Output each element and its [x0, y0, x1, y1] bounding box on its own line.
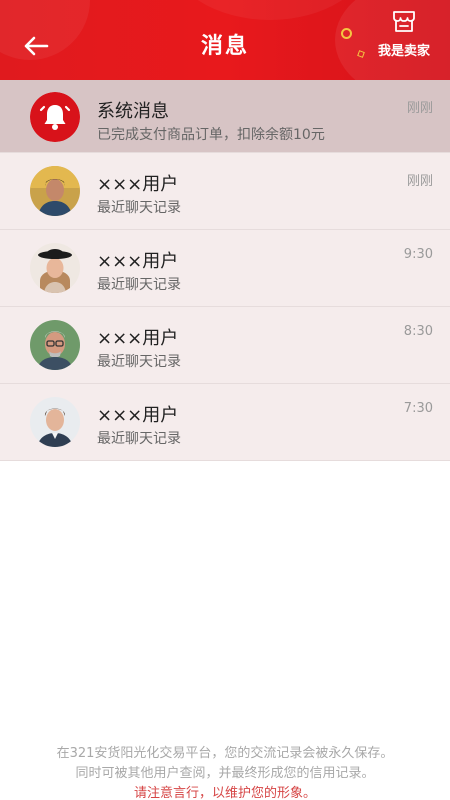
message-preview: 最近聊天记录 [97, 200, 181, 216]
message-preview: 最近聊天记录 [97, 277, 181, 293]
list-item-chat[interactable]: ×××用户 最近聊天记录 9:30 [0, 230, 450, 307]
message-name: 系统消息 [97, 101, 169, 122]
footer-notice: 在321安货阳光化交易平台，您的交流记录会被永久保存。 同时可被其他用户查阅，并… [0, 744, 450, 800]
message-time: 刚刚 [406, 174, 433, 189]
footer-warning: 请注意言行，以维护您的形象。 [133, 786, 316, 800]
message-time: 7:30 [403, 401, 433, 416]
person-photo-icon [30, 166, 80, 216]
person-photo-icon [30, 243, 80, 293]
header-bar: 消息 我是卖家 [0, 0, 450, 80]
person-photo-icon [30, 397, 80, 447]
message-preview: 最近聊天记录 [97, 354, 181, 370]
list-item-system-message[interactable]: 系统消息 已完成支付商品订单，扣除余额10元 刚刚 [0, 80, 450, 153]
list-item-chat[interactable]: ×××用户 最近聊天记录 刚刚 [0, 153, 450, 230]
system-avatar [30, 92, 80, 142]
person-photo-icon [30, 320, 80, 370]
message-name: ×××用户 [97, 328, 179, 349]
seller-label: 我是卖家 [377, 44, 430, 59]
message-name: ×××用户 [97, 174, 179, 195]
user-avatar [30, 320, 80, 370]
message-preview: 已完成支付商品订单，扣除余额10元 [97, 127, 325, 143]
user-avatar [30, 243, 80, 293]
message-name: ×××用户 [97, 251, 179, 272]
user-avatar [30, 397, 80, 447]
list-item-chat[interactable]: ×××用户 最近聊天记录 8:30 [0, 307, 450, 384]
shop-icon [393, 11, 415, 32]
bell-icon [30, 92, 80, 142]
user-avatar [30, 166, 80, 216]
message-time: 8:30 [403, 324, 433, 339]
message-time: 刚刚 [406, 101, 433, 116]
list-item-chat[interactable]: ×××用户 最近聊天记录 7:30 [0, 384, 450, 461]
seller-button[interactable]: 我是卖家 [372, 8, 436, 64]
message-list: 系统消息 已完成支付商品订单，扣除余额10元 刚刚 ×××用户 最近聊天记录 刚… [0, 80, 450, 461]
message-time: 9:30 [403, 247, 433, 262]
decor-ring [341, 28, 352, 39]
message-preview: 最近聊天记录 [97, 431, 181, 447]
footer-line: 同时可被其他用户查阅，并最终形成您的信用记录。 [75, 766, 375, 781]
message-name: ×××用户 [97, 405, 179, 426]
footer-line: 在321安货阳光化交易平台，您的交流记录会被永久保存。 [56, 746, 394, 761]
